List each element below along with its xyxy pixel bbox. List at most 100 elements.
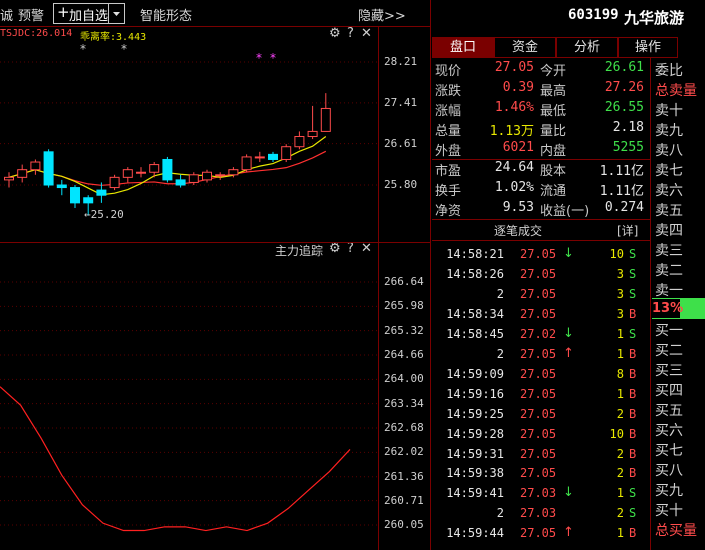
panel-divider <box>430 0 431 550</box>
alert-button[interactable]: 预警 <box>18 5 44 24</box>
order-ratio-value: 13% <box>652 299 684 318</box>
arrow-down-icon: ↓ <box>563 325 574 341</box>
bid-level: 买七 <box>655 443 683 459</box>
quote-label: 换手 <box>435 184 462 199</box>
trade-side: B <box>629 466 637 481</box>
bid-level: 买五 <box>655 403 683 419</box>
candle-body <box>175 179 186 186</box>
trade-side: S <box>629 286 637 301</box>
candle-body <box>96 189 107 196</box>
gear-icon[interactable]: ⚙ <box>329 241 341 256</box>
tab-funds[interactable]: 资金 <box>494 37 556 58</box>
trade-volume: 1 <box>616 346 624 361</box>
trade-price: 27.05 <box>520 286 557 301</box>
candle-body <box>43 151 54 186</box>
trade-row: 2 27.05 3 S <box>432 287 650 307</box>
help-icon[interactable]: ? <box>347 26 354 41</box>
trade-time: 14:59:41 <box>446 486 504 501</box>
order-ratio-label: 委比 <box>655 63 683 79</box>
trades-detail-link[interactable]: [详] <box>617 222 638 239</box>
hide-panel-button[interactable]: 隐藏>> <box>358 5 406 24</box>
trade-side: B <box>629 406 637 421</box>
quote-value: 1.13万 <box>489 124 534 139</box>
chevron-down-icon[interactable] <box>108 4 124 23</box>
main-force-line <box>0 386 351 532</box>
close-icon[interactable]: ✕ <box>361 241 372 256</box>
quote-value: 1.11亿 <box>599 184 644 199</box>
bid-level: 买十 <box>655 503 683 519</box>
trade-row: 2 27.03 2 S <box>432 506 650 526</box>
trade-row: 14:58:26 27.05 3 S <box>432 267 650 287</box>
quote-value: 6021 <box>502 140 534 155</box>
arrow-down-icon: ↓ <box>563 246 574 261</box>
quote-value: 5255 <box>612 140 644 155</box>
trade-row: 14:58:45 27.02 ↓ 1 S <box>432 325 650 347</box>
price-tick: 27.41 <box>384 95 418 109</box>
star-marker: * <box>121 42 127 56</box>
quote-value: 24.64 <box>494 160 534 175</box>
trade-volume: 3 <box>616 286 624 301</box>
trade-side: S <box>629 326 637 341</box>
ask-level: 卖三 <box>655 243 683 259</box>
candle-body <box>4 176 14 181</box>
trade-price: 27.05 <box>520 446 557 461</box>
axis-tick: 265.98 <box>384 299 424 313</box>
quote-value: 0.39 <box>502 80 534 95</box>
kline-chart: TSJDC:26.014 乖离率:3.443 * * * * ⚙ ? ✕ ←25… <box>0 26 430 242</box>
candle-body <box>17 169 28 178</box>
smart-pattern-button[interactable]: 智能形态 <box>140 5 192 24</box>
star-marker: * <box>270 51 276 65</box>
trade-price: 27.05 <box>520 346 557 361</box>
main-force-chart: 主力追踪 ⚙ ? ✕ 266.64 265.98 265.32 264.66 264.0… <box>0 241 430 550</box>
candle-body <box>30 161 41 171</box>
main-force-title: 主力追踪 <box>275 244 324 258</box>
pane-divider <box>0 242 430 243</box>
axis-tick: 262.02 <box>384 445 424 459</box>
trade-volume: 3 <box>616 306 624 321</box>
trade-volume: 10 <box>609 247 624 261</box>
close-icon[interactable]: ✕ <box>361 26 372 41</box>
trade-time: 14:59:44 <box>446 526 504 541</box>
quote-value: 9.53 <box>502 200 534 215</box>
quote-label: 市盈 <box>435 164 462 179</box>
trade-volume: 8 <box>616 366 624 381</box>
trade-time: 14:58:34 <box>446 306 504 321</box>
add-favorite-button[interactable]: + 加自选 <box>53 3 125 24</box>
arrow-up-icon: ↑ <box>563 345 574 361</box>
quote-label: 涨幅 <box>435 104 462 119</box>
trade-price: 27.05 <box>520 426 557 441</box>
deviation-indicator: 乖离率:3.443 <box>80 32 147 43</box>
quote-value: 1.46% <box>494 100 534 115</box>
trade-price: 27.05 <box>520 247 557 261</box>
trade-time: 2 <box>496 346 504 361</box>
quote-label: 现价 <box>435 64 462 79</box>
quote-row: 涨幅 1.46% 最低 26.55 <box>432 99 650 119</box>
toolbar-cut[interactable]: 诚 <box>0 5 13 24</box>
candle-body <box>320 107 331 132</box>
trade-time: 14:59:16 <box>446 386 504 401</box>
trade-row: 2 27.05 ↑ 1 B <box>432 345 650 367</box>
ask-level: 卖九 <box>655 123 683 139</box>
star-marker: * <box>80 42 86 56</box>
quote-label: 最低 <box>540 104 567 119</box>
candle-body <box>136 171 146 174</box>
quote-value: 0.274 <box>604 200 644 215</box>
candle-body <box>294 136 305 148</box>
help-icon[interactable]: ? <box>347 241 354 256</box>
bid-level: 买八 <box>655 463 683 479</box>
ask-level: 卖二 <box>655 263 683 279</box>
axis-tick: 260.05 <box>384 518 424 531</box>
tab-operation[interactable]: 操作 <box>618 37 678 58</box>
trade-price: 27.05 <box>520 266 557 281</box>
quote-label: 股本 <box>540 164 567 179</box>
trade-price: 27.05 <box>520 386 557 401</box>
ask-level: 卖五 <box>655 203 683 219</box>
gear-icon[interactable]: ⚙ <box>329 26 341 41</box>
trade-volume: 2 <box>616 406 624 421</box>
plus-icon: + <box>57 3 70 21</box>
quote-label: 流通 <box>540 184 567 199</box>
candle-body <box>162 158 173 181</box>
stock-header: 603199 九华旅游 <box>430 0 705 35</box>
tab-analysis[interactable]: 分析 <box>556 37 618 58</box>
tab-pankou[interactable]: 盘口 <box>432 37 494 58</box>
